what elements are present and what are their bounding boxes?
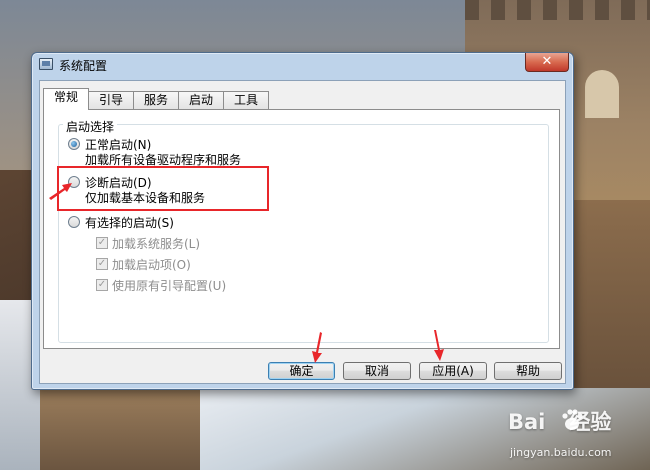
window-icon (39, 58, 53, 70)
tab-services[interactable]: 服务 (133, 91, 179, 109)
group-legend: 启动选择 (63, 118, 118, 135)
tab-general[interactable]: 常规 (43, 88, 89, 110)
load-startup-items-checkbox: ✓ (96, 258, 108, 270)
ok-button-label: 确定 (289, 364, 314, 378)
use-original-boot-config-label: 使用原有引导配置(U) (112, 279, 227, 293)
selective-startup-label[interactable]: 有选择的启动(S) (85, 214, 174, 231)
watermark-logo-left: Bai (508, 410, 546, 434)
use-original-boot-config-checkbox: ✓ (96, 279, 108, 291)
normal-startup-radio[interactable] (68, 138, 80, 150)
selective-startup-radio[interactable] (68, 216, 80, 228)
red-arrow-icon (49, 183, 72, 200)
window-title: 系统配置 (59, 59, 108, 73)
tab-label: 启动 (188, 93, 213, 107)
cancel-button[interactable]: 取消 (343, 362, 411, 380)
title-bar[interactable]: 系统配置 ✕ (32, 53, 573, 75)
close-button[interactable]: ✕ (525, 53, 569, 72)
tab-boot[interactable]: 引导 (88, 91, 134, 109)
tab-label: 引导 (98, 93, 123, 107)
help-button-label: 帮助 (515, 364, 540, 378)
tab-label: 服务 (143, 93, 168, 107)
help-button[interactable]: 帮助 (494, 362, 562, 380)
red-arrow-icon (434, 330, 444, 361)
apply-button-label: 应用(A) (432, 364, 474, 378)
load-startup-items-label: 加载启动项(O) (112, 258, 191, 272)
close-icon: ✕ (541, 54, 553, 69)
tab-label: 常规 (53, 90, 78, 104)
load-system-services-checkbox: ✓ (96, 237, 108, 249)
tab-startup[interactable]: 启动 (178, 91, 224, 109)
tab-label: 工具 (233, 93, 258, 107)
cancel-button-label: 取消 (364, 364, 389, 378)
baidu-paw-icon (562, 409, 583, 430)
baidu-jingyan-watermark: Bai 经验 jingyan.baidu.com (508, 406, 650, 470)
annotation-highlight-box (57, 166, 269, 211)
load-system-services-label: 加载系统服务(L) (112, 237, 201, 251)
red-arrow-icon (312, 332, 322, 363)
tab-tools[interactable]: 工具 (223, 91, 269, 109)
apply-button[interactable]: 应用(A) (419, 362, 487, 380)
watermark-url: jingyan.baidu.com (510, 446, 612, 459)
wallpaper-tower-window (585, 70, 619, 118)
